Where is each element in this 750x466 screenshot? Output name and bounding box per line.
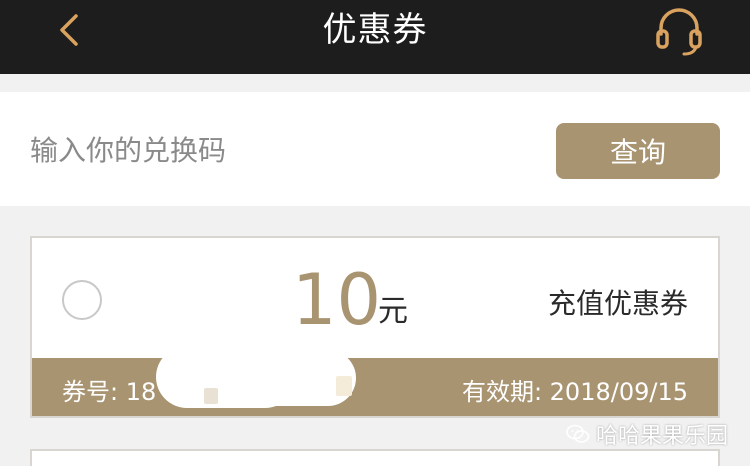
coupon-number: 券号: 18 — [62, 378, 157, 406]
watermark-text: 哈哈果果乐园 — [595, 424, 728, 449]
redeem-code-input[interactable] — [30, 118, 510, 182]
coupon-expiry: 有效期: 2018/09/15 — [461, 378, 688, 406]
coupon-amount: 10 — [292, 259, 382, 341]
coupon-select-radio[interactable] — [62, 280, 102, 320]
query-button[interactable]: 查询 — [556, 123, 720, 179]
redeem-code-section: 查询 — [0, 92, 750, 206]
redaction-mark — [336, 376, 352, 396]
redaction-mark — [204, 388, 218, 404]
coupon-card[interactable]: 10 元 充值优惠券 券号: 18 有效期: 2018/09/15 — [30, 236, 720, 418]
customer-service-button[interactable] — [652, 6, 706, 56]
coupon-footer: 券号: 18 有效期: 2018/09/15 — [32, 358, 718, 416]
coupon-amount-unit: 元 — [378, 294, 408, 329]
page-title: 优惠券 — [322, 10, 428, 50]
headset-icon — [656, 8, 702, 56]
coupon-type: 充值优惠券 — [547, 287, 688, 320]
wechat-icon — [566, 424, 590, 443]
coupon-card-partial[interactable] — [30, 449, 720, 466]
top-navigation-bar: 优惠券 — [0, 0, 750, 74]
watermark: 哈哈果果乐园 — [566, 422, 728, 449]
